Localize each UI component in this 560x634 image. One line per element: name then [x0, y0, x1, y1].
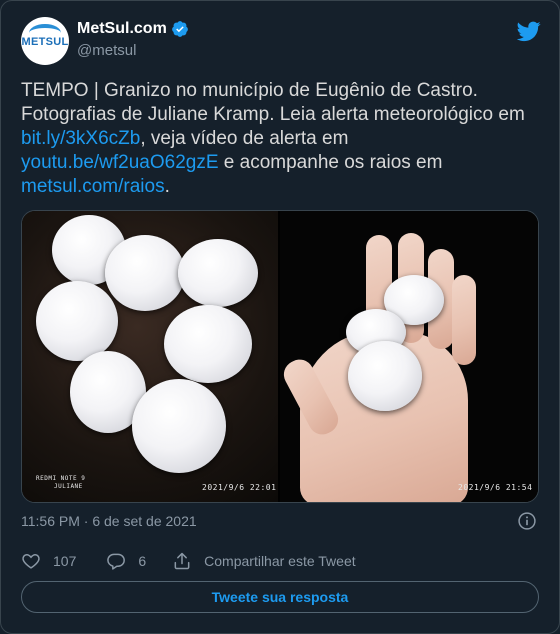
hail-photo-2[interactable]: 2021/9/6 21:54 — [280, 211, 538, 502]
hailstone — [132, 379, 226, 473]
tweet-text: TEMPO | Granizo no município de Eugênio … — [21, 79, 541, 199]
photo-datetime-stamp: 2021/9/6 22:01 — [202, 483, 277, 492]
tweet-reply-button[interactable]: Tweete sua resposta — [21, 581, 539, 613]
share-icon[interactable] — [172, 551, 192, 571]
camera-stamp-device: REDMI NOTE 9 — [36, 475, 86, 482]
camera-stamp-author: JULIANE — [54, 483, 83, 490]
hand-finger — [452, 275, 476, 365]
hail-photo-1[interactable]: REDMI NOTE 9 JULIANE 2021/9/6 22:01 — [22, 211, 278, 502]
verified-badge-icon — [171, 21, 188, 37]
link-bitly[interactable]: bit.ly/3kX6cZb — [21, 128, 140, 149]
hailstone — [178, 239, 258, 307]
info-icon[interactable] — [517, 511, 537, 531]
tweet-text-part: , veja vídeo de alerta em — [140, 128, 349, 149]
hailstone — [348, 341, 422, 411]
name-row[interactable]: MetSul.com — [77, 20, 189, 38]
like-action[interactable]: 107 — [21, 551, 76, 571]
media-grid: REDMI NOTE 9 JULIANE 2021/9/6 22:01 2021… — [21, 210, 539, 503]
link-youtube[interactable]: youtu.be/wf2uaO62gzE — [21, 152, 219, 173]
avatar[interactable]: METSUL — [21, 17, 69, 65]
tweet-card: METSUL MetSul.com @metsul TEMPO | Graniz… — [0, 0, 560, 634]
reply-count: 6 — [138, 553, 147, 569]
link-metsul-raios[interactable]: metsul.com/raios — [21, 176, 165, 197]
share-label[interactable]: Compartilhar este Tweet — [204, 553, 355, 569]
tweet-timestamp[interactable]: 11:56 PM · 6 de set de 2021 — [21, 513, 197, 529]
tweet-text-part: TEMPO | Granizo no município de Eugênio … — [21, 80, 525, 125]
avatar-arc-logo — [29, 24, 61, 42]
twitter-bird-icon[interactable] — [517, 19, 541, 43]
tweet-text-part: . — [164, 176, 170, 197]
tweet-actions: 107 6 Compartilhar este Tweet — [21, 549, 356, 573]
hailstone — [36, 281, 118, 361]
photo-datetime-stamp: 2021/9/6 21:54 — [458, 483, 533, 492]
hailstone — [105, 235, 185, 311]
hailstone — [164, 305, 252, 383]
display-name[interactable]: MetSul.com — [77, 20, 167, 38]
reply-action[interactable]: 6 — [106, 551, 146, 571]
reply-icon[interactable] — [106, 551, 126, 571]
tweet-header: METSUL MetSul.com @metsul — [21, 17, 541, 65]
user-handle[interactable]: @metsul — [77, 42, 136, 59]
like-count: 107 — [53, 553, 77, 569]
tweet-text-part: e acompanhe os raios em — [218, 152, 443, 173]
share-action[interactable]: Compartilhar este Tweet — [172, 551, 356, 571]
heart-icon[interactable] — [21, 551, 41, 571]
